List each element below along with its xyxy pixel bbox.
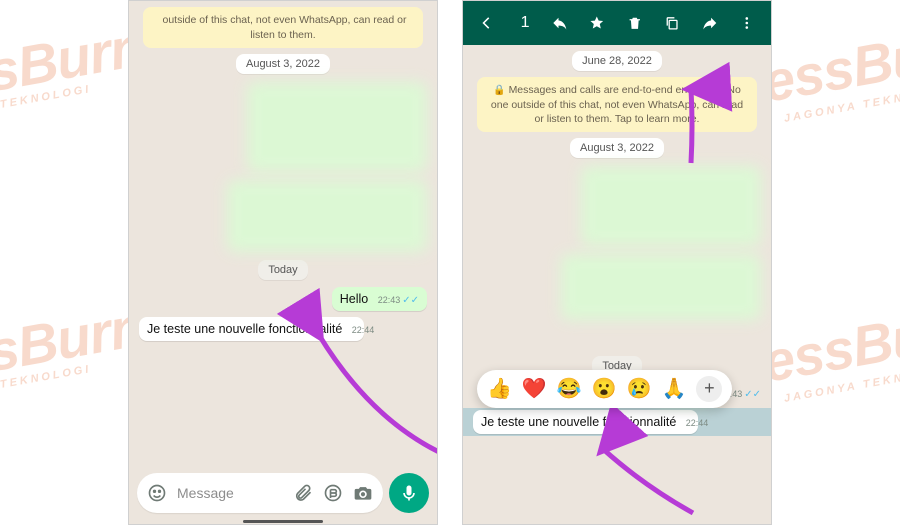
screenshot-right: 1 June 28, 2022 🔒Messages and calls are … bbox=[462, 0, 772, 525]
message-input[interactable]: Message bbox=[137, 473, 383, 513]
copy-icon[interactable] bbox=[664, 13, 680, 33]
input-bar: Message bbox=[129, 468, 437, 518]
watermark-sub: JAGONYA TEKNOLOGI bbox=[784, 365, 900, 405]
home-indicator bbox=[129, 518, 437, 524]
date-chip: June 28, 2022 bbox=[572, 51, 662, 71]
selection-toolbar: 1 bbox=[463, 1, 771, 45]
encryption-text: Messages and calls are end-to-end encryp… bbox=[491, 84, 743, 125]
input-placeholder: Message bbox=[177, 485, 234, 501]
reaction-emoji[interactable]: ❤️ bbox=[522, 376, 547, 401]
message-time: 22:44 bbox=[686, 418, 709, 428]
message-text: Je teste une nouvelle fonctionnalité bbox=[147, 322, 342, 336]
blurred-message bbox=[581, 166, 761, 246]
delete-icon[interactable] bbox=[627, 13, 643, 33]
reaction-emoji[interactable]: 🙏 bbox=[662, 376, 687, 401]
lock-icon: 🔒 bbox=[493, 85, 505, 96]
emoji-icon[interactable] bbox=[147, 483, 167, 503]
message-in[interactable]: Je teste une nouvelle fonctionnalité 22:… bbox=[139, 317, 364, 341]
blurred-message bbox=[227, 180, 427, 252]
attach-icon[interactable] bbox=[293, 483, 313, 503]
reaction-add[interactable]: + bbox=[696, 376, 722, 402]
date-chip: August 3, 2022 bbox=[236, 54, 330, 74]
blurred-message bbox=[561, 254, 761, 320]
reaction-emoji[interactable]: 👍 bbox=[487, 376, 512, 401]
selection-count: 1 bbox=[521, 14, 530, 32]
mic-button[interactable] bbox=[389, 473, 429, 513]
selected-row[interactable]: Je teste une nouvelle fonctionnalité 22:… bbox=[463, 408, 771, 436]
message-in-selected[interactable]: Je teste une nouvelle fonctionnalité 22:… bbox=[473, 410, 698, 434]
annotation-arrow bbox=[309, 327, 437, 462]
screenshot-left: outside of this chat, not even WhatsApp,… bbox=[128, 0, 438, 525]
reaction-bar[interactable]: 👍 ❤️ 😂 😮 😢 🙏 + bbox=[477, 370, 732, 408]
reply-icon[interactable] bbox=[552, 13, 568, 33]
watermark-sub: JAGONYA TEKNOLOGI bbox=[0, 85, 92, 125]
message-text: Hello bbox=[340, 292, 369, 306]
blurred-message bbox=[247, 82, 427, 172]
watermark-sub: JAGONYA TEKNOLOGI bbox=[784, 85, 900, 125]
message-time: 22:44 bbox=[352, 325, 375, 335]
more-icon[interactable] bbox=[739, 13, 755, 33]
annotation-arrow bbox=[593, 445, 713, 520]
encryption-notice[interactable]: 🔒Messages and calls are end-to-end encry… bbox=[477, 77, 757, 132]
date-chip-today: Today bbox=[258, 260, 307, 280]
star-icon[interactable] bbox=[589, 13, 605, 33]
read-ticks-icon: ✓✓ bbox=[402, 295, 419, 306]
message-time: 22:43✓✓ bbox=[378, 295, 419, 306]
message-text: Je teste une nouvelle fonctionnalité bbox=[481, 415, 676, 429]
encryption-notice[interactable]: outside of this chat, not even WhatsApp,… bbox=[143, 7, 423, 48]
watermark-sub: JAGONYA TEKNOLOGI bbox=[0, 365, 92, 405]
encryption-text: outside of this chat, not even WhatsApp,… bbox=[163, 14, 407, 41]
date-chip: August 3, 2022 bbox=[570, 138, 664, 158]
read-ticks-icon: ✓✓ bbox=[744, 389, 761, 400]
reaction-emoji[interactable]: 😮 bbox=[592, 376, 617, 401]
reaction-emoji[interactable]: 😢 bbox=[627, 376, 652, 401]
mic-icon bbox=[399, 483, 419, 503]
back-icon[interactable] bbox=[479, 13, 495, 33]
reaction-emoji[interactable]: 😂 bbox=[557, 376, 582, 401]
payment-icon[interactable] bbox=[323, 483, 343, 503]
camera-icon[interactable] bbox=[353, 483, 373, 503]
message-out[interactable]: Hello 22:43✓✓ bbox=[332, 287, 427, 311]
forward-icon[interactable] bbox=[702, 13, 718, 33]
